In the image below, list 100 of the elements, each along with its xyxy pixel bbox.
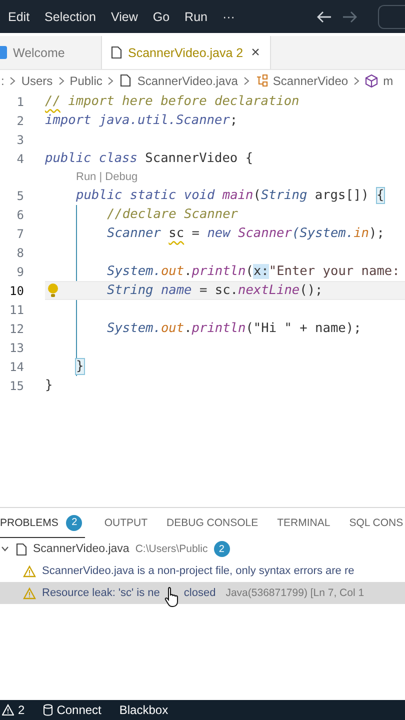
menu-item[interactable]: View (110, 10, 138, 24)
line-number: 3 (16, 132, 24, 146)
cube-icon (365, 74, 378, 88)
code-token: new (207, 226, 232, 241)
code-token: import (45, 113, 92, 128)
chevron-icon (107, 76, 114, 86)
search-field[interactable] (378, 4, 405, 28)
code-token: x: (253, 264, 269, 279)
menu-item[interactable]: Go (152, 10, 170, 24)
menu-item[interactable]: ··· (222, 10, 235, 24)
code-token: //declare Scanner (107, 207, 238, 222)
file-icon (110, 46, 122, 59)
file-path: C:\Users\Public (135, 543, 208, 555)
line-number: 6 (16, 208, 24, 222)
warning-icon (2, 704, 14, 716)
database-icon (42, 704, 53, 716)
code-token: main (222, 188, 254, 203)
panel-tab[interactable]: SQL CONS (349, 508, 404, 538)
code-token: } (45, 378, 53, 393)
code-token: sc (168, 226, 184, 241)
code-token: } (76, 359, 84, 374)
line-number: 11 (8, 302, 24, 316)
warning-count: 2 (18, 703, 25, 717)
problem-message: ScannerVideo.java is a non-project file, only syntax errors are re (42, 565, 354, 577)
code-token: println (192, 321, 246, 336)
editor-tab[interactable]: ScannerVideo.java 2 × (101, 36, 271, 69)
line-number: 10 (8, 284, 24, 298)
code-token: = (190, 226, 200, 241)
problem-row[interactable]: ScannerVideo.java is a non-project file, only syntax errors are re (0, 560, 405, 582)
code-token: "Enter your name: (268, 264, 400, 279)
breadcrumb-item[interactable]: m (383, 74, 394, 88)
code-token: println (192, 264, 246, 279)
line-number: 7 (16, 226, 24, 240)
warning-icon (23, 586, 36, 600)
chevron-icon (9, 76, 16, 86)
file-icon (119, 74, 132, 88)
code-token: ("Hi " + name); (246, 321, 362, 336)
code-token: System. (107, 321, 161, 336)
status-item[interactable]: Connect (42, 703, 102, 717)
line-number: 4 (16, 152, 24, 166)
code-token: name (160, 283, 192, 298)
breadcrumb-item[interactable]: ScannerVideo.java (137, 74, 238, 88)
breadcrumb-item[interactable]: : (1, 74, 4, 88)
line-number: 14 (8, 360, 24, 374)
code-token: ScannerVideo { (145, 151, 254, 166)
code-token: String (260, 188, 308, 203)
file-name[interactable]: ScannerVideo.java (33, 543, 130, 555)
panel-tab[interactable]: TERMINAL (277, 508, 330, 538)
code-token: . (184, 321, 192, 336)
code-token: public static void (76, 188, 216, 203)
code-token: ( (246, 264, 254, 279)
line-number: 13 (8, 340, 24, 354)
line-number: 2 (16, 114, 24, 128)
editor-tab[interactable]: Welcome (0, 36, 101, 69)
code-token: . (184, 264, 192, 279)
code-token: java.util.Scanner (98, 113, 230, 128)
count-badge: 2 (214, 541, 230, 557)
close-icon[interactable]: × (249, 44, 262, 61)
panel-tab[interactable]: DEBUG CONSOLE (166, 508, 258, 538)
problem-source: Java(536871799) [Ln 7, Col 1 (226, 587, 364, 599)
chevron-icon (58, 76, 65, 86)
problems-status[interactable]: 2 (2, 703, 25, 717)
code-token: nextLine (238, 283, 300, 298)
problem-message: closed (184, 587, 216, 599)
file-icon (15, 542, 27, 556)
menu-item[interactable]: Run (184, 10, 208, 24)
code-token: public class (45, 151, 138, 166)
menu-item[interactable]: Edit (8, 10, 30, 24)
class-icon (254, 74, 268, 88)
line-number: 9 (16, 264, 24, 278)
code-token: in (354, 226, 370, 241)
code-token: (System. (292, 226, 354, 241)
back-arrow-icon[interactable] (316, 10, 332, 24)
line-number: 5 (16, 188, 24, 202)
code-token: System. (107, 264, 161, 279)
code-token: out (160, 264, 184, 279)
code-token: = sc. (198, 283, 238, 298)
code-token: args[]) (314, 188, 370, 203)
breadcrumb-item[interactable]: Users (21, 74, 53, 88)
code-token: ; (230, 113, 238, 128)
line-number: 12 (8, 322, 24, 336)
code-token: { (376, 188, 384, 203)
code-token: String (107, 283, 154, 298)
code-token: Scanner (238, 226, 292, 241)
code-token: out (160, 321, 184, 336)
warning-icon (23, 564, 36, 578)
code-token: Scanner (107, 226, 162, 241)
code-token: // (45, 94, 60, 109)
status-item[interactable]: Blackbox (119, 703, 168, 717)
code-token: import here before declaration (67, 94, 300, 109)
breadcrumb-item[interactable]: Public (70, 74, 102, 88)
code-token: (); (300, 283, 323, 298)
count-badge: 2 (66, 514, 82, 530)
panel-tab[interactable]: OUTPUT (104, 508, 148, 538)
breadcrumb-item[interactable]: ScannerVideo (272, 74, 348, 88)
menu-item[interactable]: Selection (44, 10, 96, 24)
problem-row[interactable]: Resource leak: 'sc' is ne closed Java(536871799) [Ln 7, Col 1 (0, 582, 405, 604)
panel-tab[interactable]: PROBLEMS 2 (0, 508, 86, 538)
code-token: ( (253, 188, 261, 203)
line-number: 15 (8, 378, 24, 392)
